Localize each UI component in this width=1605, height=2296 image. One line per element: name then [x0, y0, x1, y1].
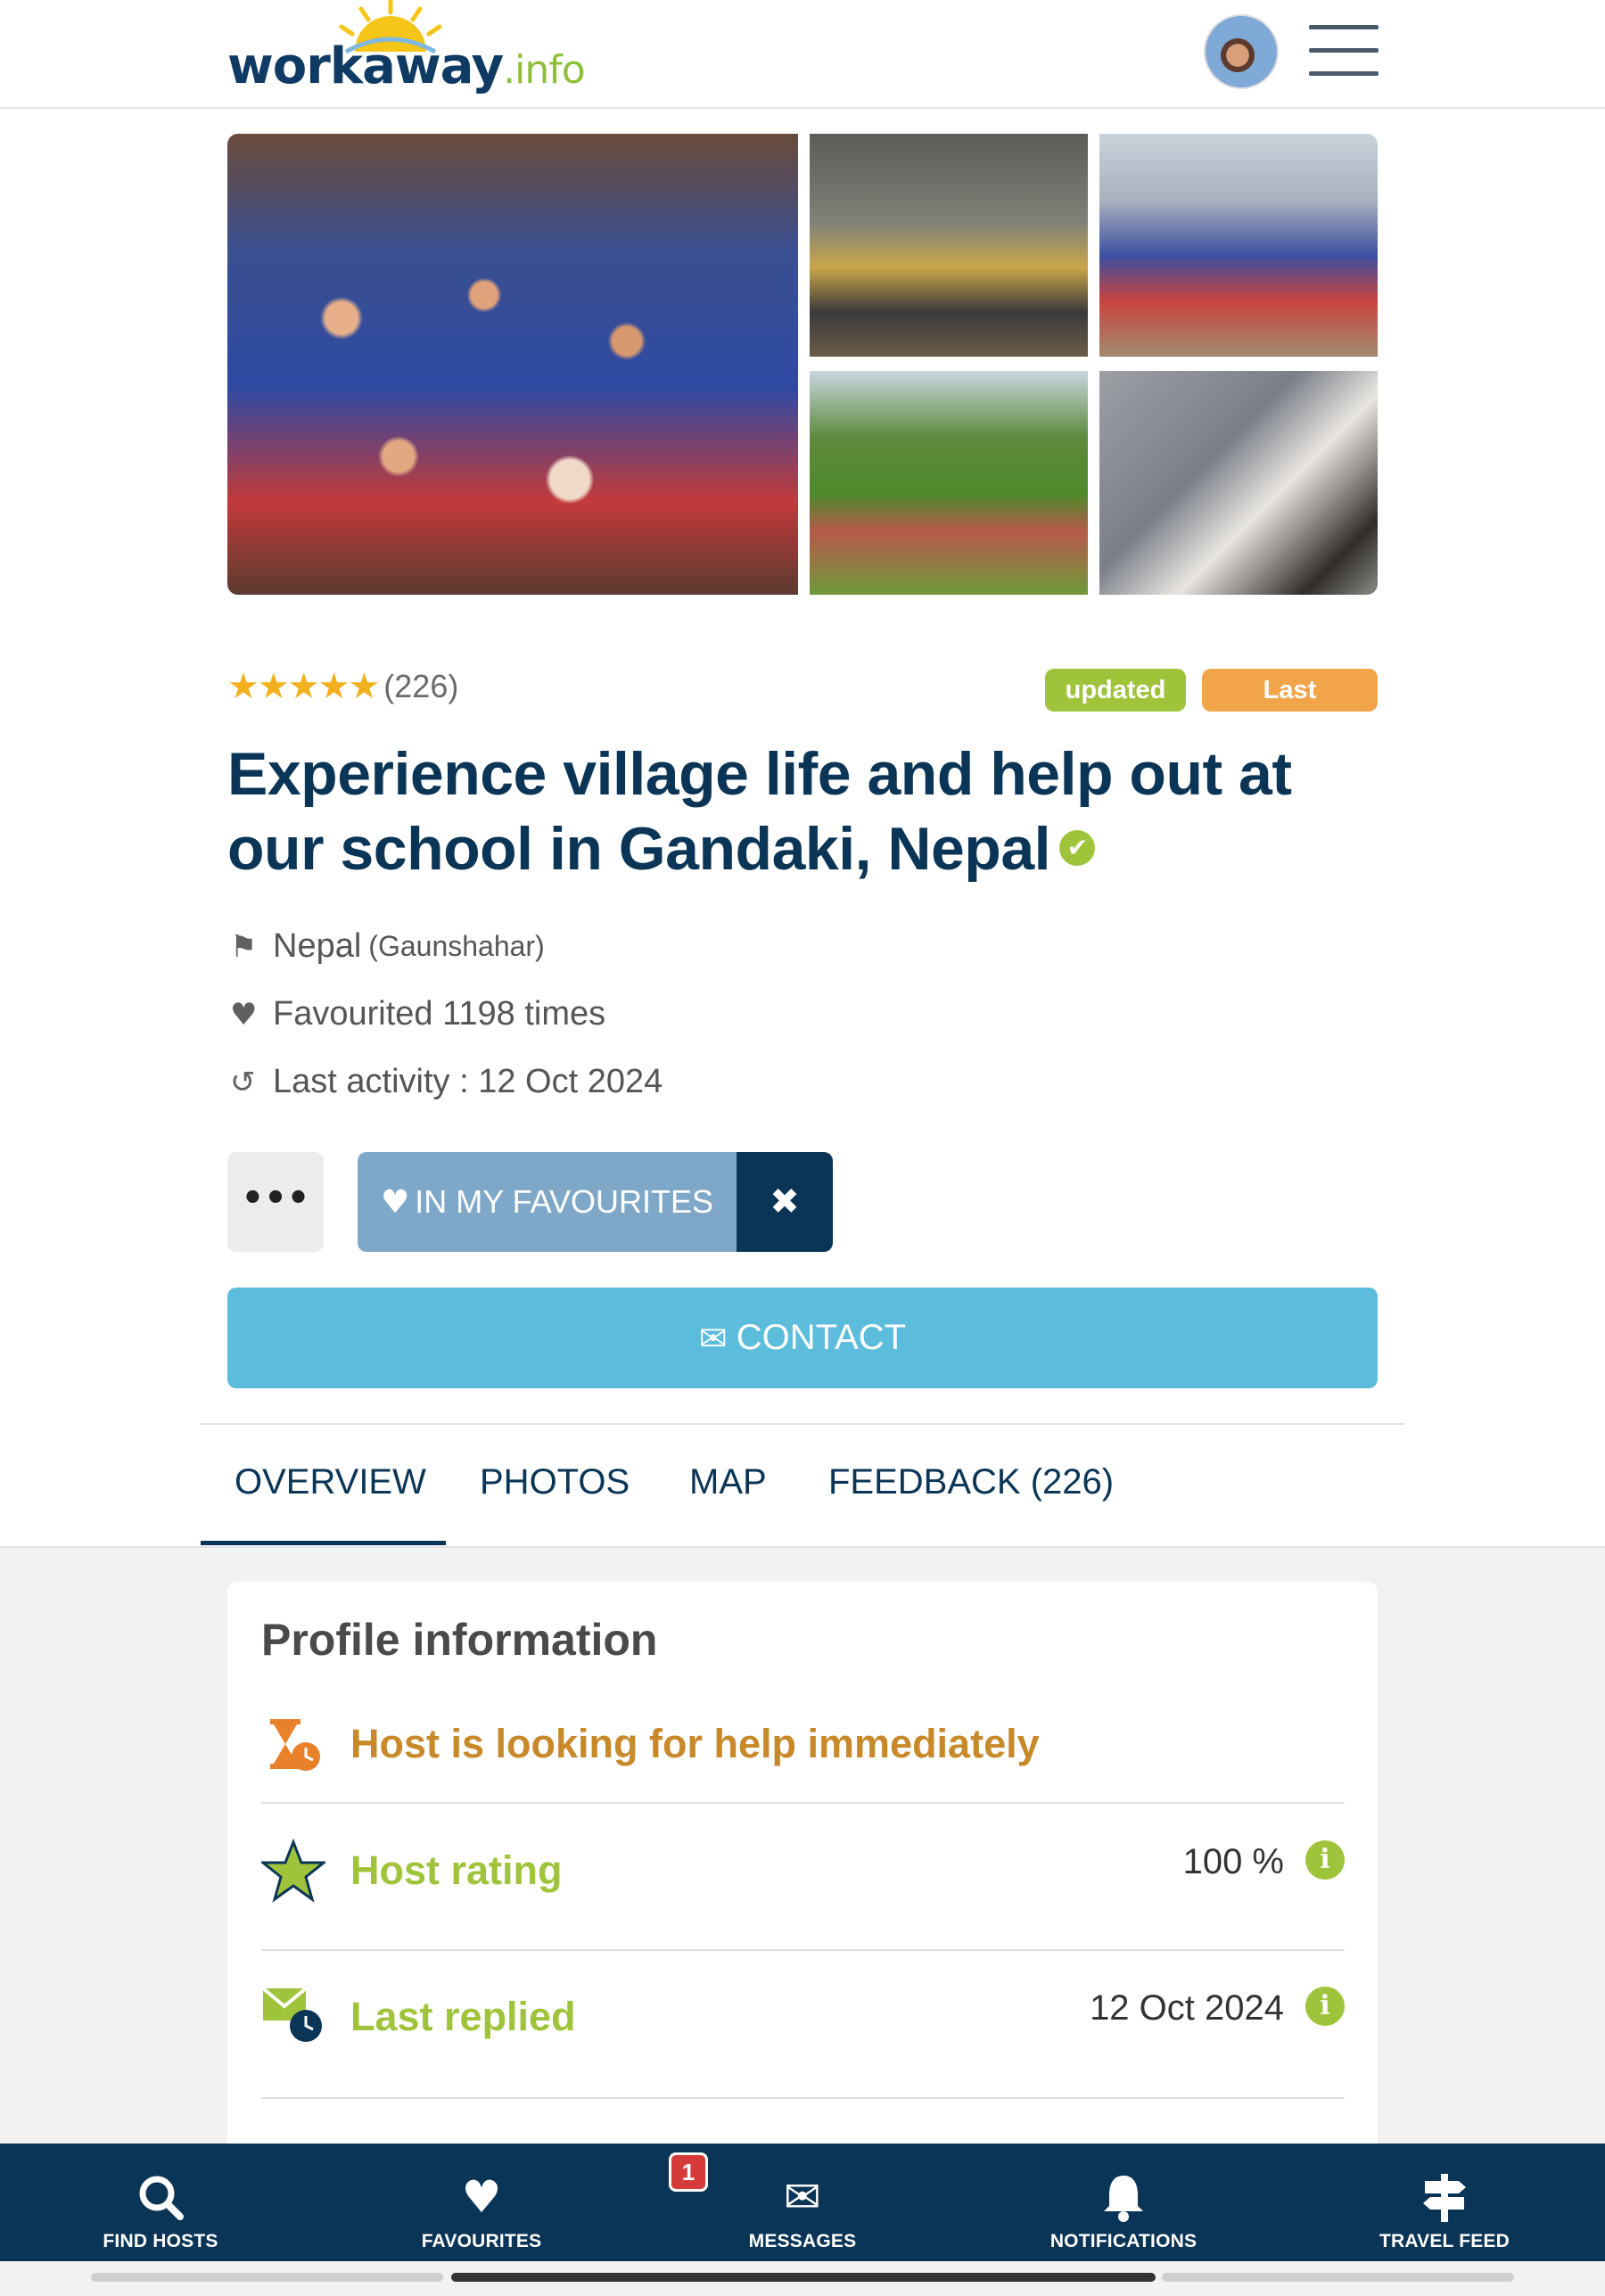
review-count[interactable]: (226) [383, 668, 458, 705]
tab-map[interactable]: MAP [689, 1462, 767, 1502]
divider [261, 2097, 1345, 2099]
profile-information-card [227, 1582, 1378, 2206]
envelope-clock-icon [261, 1987, 322, 2042]
envelope-icon: ✉ [784, 2171, 821, 2223]
star-icon: ★ [287, 666, 320, 707]
locality-name: (Gaunshahar) [368, 930, 545, 962]
tab-feedback[interactable]: FEEDBACK (226) [828, 1462, 1114, 1502]
host-rating-label: Host rating [350, 1847, 563, 1893]
page-indicator [91, 2273, 443, 2282]
divider [261, 1949, 1345, 1951]
last-minute-badge: Last minute [1202, 669, 1378, 747]
photo-village-landscape[interactable] [810, 371, 1088, 595]
nav-notifications[interactable]: NOTIFICATIONS [1017, 2144, 1230, 2261]
search-icon [139, 2176, 184, 2220]
favourited-count: Favourited 1198 times [273, 995, 606, 1033]
signpost-icon [1423, 2174, 1466, 2222]
tab-photos[interactable]: PHOTOS [480, 1462, 630, 1502]
star-icon: ★ [348, 666, 381, 707]
divider [261, 1802, 1345, 1804]
favourite-label: IN MY FAVOURITES [415, 1183, 713, 1220]
host-rating-value: 100 % [1182, 1842, 1284, 1881]
star-icon: ★ [317, 666, 350, 707]
verified-check-icon: ✔ [1059, 830, 1096, 867]
star-outline-icon [261, 1839, 325, 1903]
photo-school-assembly[interactable] [1099, 134, 1378, 357]
envelope-icon: ✉ [698, 1318, 728, 1358]
nav-travel-feed[interactable]: TRAVEL FEED [1338, 2144, 1552, 2261]
listing-title: Experience village life and help out at … [227, 740, 1292, 883]
nav-favourites[interactable]: ♥ FAVOURITES [374, 2144, 588, 2261]
last-activity-line: ↺ Last activity : 12 Oct 2024 [230, 1063, 663, 1101]
urgent-help-label: Host is looking for help immediately [350, 1721, 1040, 1766]
main-photo-children-group[interactable] [227, 134, 798, 595]
user-avatar[interactable] [1204, 14, 1279, 89]
last-replied-label: Last replied [350, 1994, 576, 2039]
page-indicator [1162, 2273, 1514, 2282]
hamburger-menu-icon[interactable] [1309, 25, 1379, 77]
messages-count-badge: 1 [669, 2152, 708, 2192]
updated-badge: updated [1045, 669, 1186, 712]
photo-child-drawing[interactable] [1099, 371, 1378, 595]
info-icon[interactable]: i [1305, 1840, 1345, 1880]
info-icon[interactable]: i [1305, 1987, 1345, 2026]
location-line: ⚑ Nepal (Gaunshahar) [230, 927, 545, 966]
flag-icon: ⚑ [230, 928, 258, 965]
active-tab-indicator [201, 1541, 446, 1545]
heart-icon: ♥ [230, 996, 258, 1033]
workaway-logo[interactable]: workaway.info [227, 0, 586, 105]
more-options-button[interactable]: ••• [227, 1152, 324, 1252]
logo-wordmark: workaway.info [227, 37, 586, 95]
bell-icon [1104, 2176, 1143, 2222]
photo-children-laptop[interactable] [810, 134, 1088, 357]
in-my-favourites-button[interactable]: ♥ IN MY FAVOURITES [358, 1152, 737, 1252]
divider [201, 1423, 1404, 1425]
star-icon: ★ [227, 666, 259, 707]
contact-button[interactable]: ✉ CONTACT [227, 1288, 1378, 1388]
star-icon: ★ [257, 666, 290, 707]
nav-messages[interactable]: ✉ MESSAGES [696, 2144, 910, 2261]
tab-overview[interactable]: OVERVIEW [235, 1462, 426, 1502]
country-name: Nepal [273, 927, 362, 965]
rating-stars[interactable]: ★ ★ ★ ★ ★ (226) [227, 666, 458, 707]
contact-label: CONTACT [736, 1318, 907, 1357]
remove-favourite-button[interactable]: ✖ [737, 1152, 833, 1252]
profile-information-title: Profile information [261, 1615, 658, 1665]
last-replied-value: 12 Oct 2024 [1090, 1988, 1284, 2028]
heart-icon: ♥ [461, 2171, 502, 2223]
page-indicator-active [451, 2273, 1156, 2282]
history-icon: ↺ [230, 1064, 256, 1100]
last-activity-date: Last activity : 12 Oct 2024 [273, 1063, 663, 1100]
hourglass-clock-icon [270, 1719, 320, 1771]
heart-icon: ♥ [380, 1183, 410, 1221]
favourited-line: ♥ Favourited 1198 times [230, 995, 605, 1033]
nav-find-hosts[interactable]: FIND HOSTS [54, 2144, 268, 2261]
